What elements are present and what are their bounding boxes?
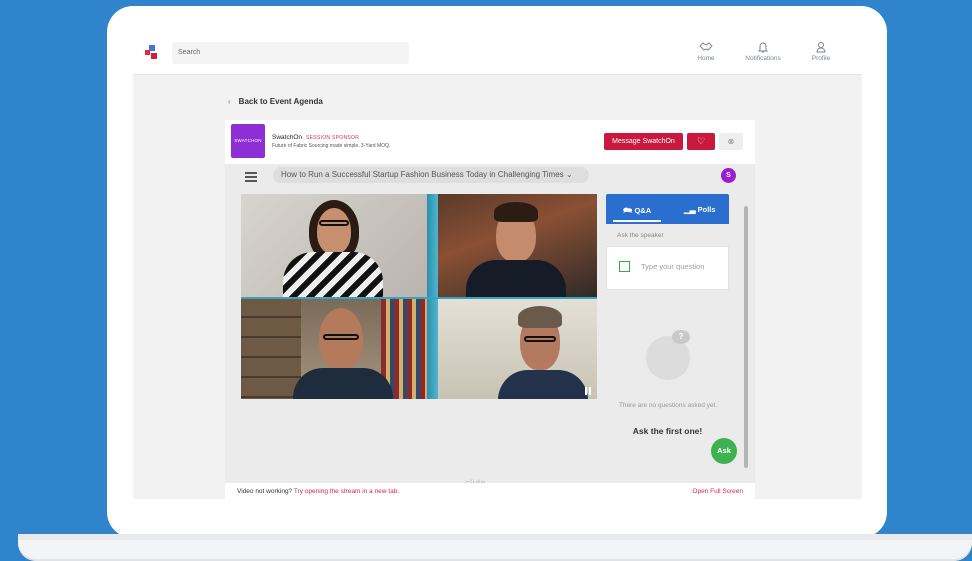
bar-chart-icon: ▁▃ (684, 205, 696, 214)
avatar[interactable]: S (721, 168, 736, 183)
session-select[interactable]: How to Run a Successful Startup Fashion … (273, 167, 589, 183)
scrollbar[interactable] (743, 198, 749, 482)
handshake-icon (699, 42, 713, 51)
sponsor-description: Future of Fabric Sourcing made simple. 3… (272, 143, 391, 149)
glasses (323, 334, 359, 340)
empty-questions-icon: ? (646, 330, 690, 380)
tile-divider (241, 297, 597, 299)
handshake-icon: ♡ (696, 136, 706, 146)
menu-icon[interactable] (245, 172, 257, 182)
scroll-thumb[interactable] (744, 206, 748, 468)
video-tile-4 (438, 298, 597, 399)
close-icon: ⊗ (727, 137, 735, 146)
ask-button[interactable]: Ask (711, 438, 737, 464)
participant-body (498, 370, 588, 399)
participant-body (283, 252, 383, 297)
qa-panel: 🗪 Q&A ▁▃ Polls Ask the speaker Type your… (606, 194, 737, 470)
ask-speaker-label: Ask the speaker (617, 232, 664, 239)
open-stream-link[interactable]: Try opening the stream in a new tab. (294, 488, 399, 495)
nav-notifications-label: Notifications (745, 55, 781, 62)
nav-notifications[interactable]: Notifications (738, 41, 788, 62)
participant-face (317, 208, 351, 254)
nav-home-label: Home (697, 55, 715, 62)
nav-profile-label: Profile (811, 55, 831, 62)
video-tile-1 (241, 194, 427, 297)
chevron-down-icon: ⌄ (565, 170, 573, 179)
bell-icon (757, 42, 769, 53)
video-stream[interactable] (241, 194, 597, 399)
search-input[interactable]: Search (172, 42, 409, 64)
participant-body (466, 260, 566, 297)
sponsor-name-text: SwatchOn (272, 134, 302, 141)
sponsor-name: SwatchOn SESSION SPONSOR (272, 134, 359, 141)
participant-hair (494, 202, 538, 222)
footer-bar: Video not working? Try opening the strea… (225, 483, 755, 499)
tab-polls-label: Polls (697, 205, 716, 214)
top-navigation-bar: Search Home Notifications Profile (133, 37, 862, 75)
fullscreen-link[interactable]: Open Full Screen (692, 488, 743, 495)
qa-tabs: 🗪 Q&A ▁▃ Polls (606, 194, 729, 224)
empty-state-text: There are no questions asked yet. (618, 402, 718, 409)
message-sponsor-button[interactable]: Message SwatchOn (604, 133, 683, 150)
bookshelf (241, 298, 301, 399)
back-to-agenda-link[interactable]: ‹ Back to Event Agenda (228, 97, 323, 106)
glasses (319, 220, 349, 226)
tab-qa-label: Q&A (634, 206, 652, 215)
brand-logo[interactable] (145, 45, 159, 61)
tab-polls[interactable]: ▁▃ Polls (684, 205, 716, 214)
video-tile-2 (438, 194, 597, 297)
sponsor-logo[interactable]: SWATCHON (231, 124, 265, 158)
participant-body (293, 368, 393, 399)
laptop-base (18, 534, 972, 561)
session-title: How to Run a Successful Startup Fashion … (281, 170, 564, 179)
sponsor-banner: SWATCHON SwatchOn SESSION SPONSOR Future … (225, 120, 755, 164)
video-tile-3 (241, 298, 427, 399)
sponsor-tag: SESSION SPONSOR (306, 135, 360, 141)
chat-icon: 🗪 (623, 206, 633, 215)
footer-prefix: Video not working? (237, 488, 293, 495)
user-icon (816, 42, 826, 53)
nav-home[interactable]: Home (681, 41, 731, 62)
tab-qa[interactable]: 🗪 Q&A (612, 205, 662, 222)
chevron-left-icon: ‹ (228, 97, 231, 106)
session-bar: How to Run a Successful Startup Fashion … (225, 164, 755, 188)
session-panel: SWATCHON SwatchOn SESSION SPONSOR Future … (225, 120, 755, 499)
favorite-button[interactable]: ♡ (687, 133, 715, 150)
close-sponsor-button[interactable]: ⊗ (719, 133, 743, 150)
question-placeholder: Type your question (641, 262, 705, 271)
question-bubble-icon: ? (672, 330, 690, 344)
back-link-label: Back to Event Agenda (238, 97, 323, 106)
pause-icon[interactable] (585, 387, 591, 395)
participant-hair (518, 306, 562, 328)
app-window: Search Home Notifications Profile ‹ Back … (133, 37, 862, 499)
glasses (524, 336, 556, 342)
pencil-icon (619, 261, 630, 272)
empty-state-cta: Ask the first one! (632, 426, 703, 436)
question-input[interactable]: Type your question (606, 246, 729, 290)
nav-profile[interactable]: Profile (796, 41, 846, 62)
